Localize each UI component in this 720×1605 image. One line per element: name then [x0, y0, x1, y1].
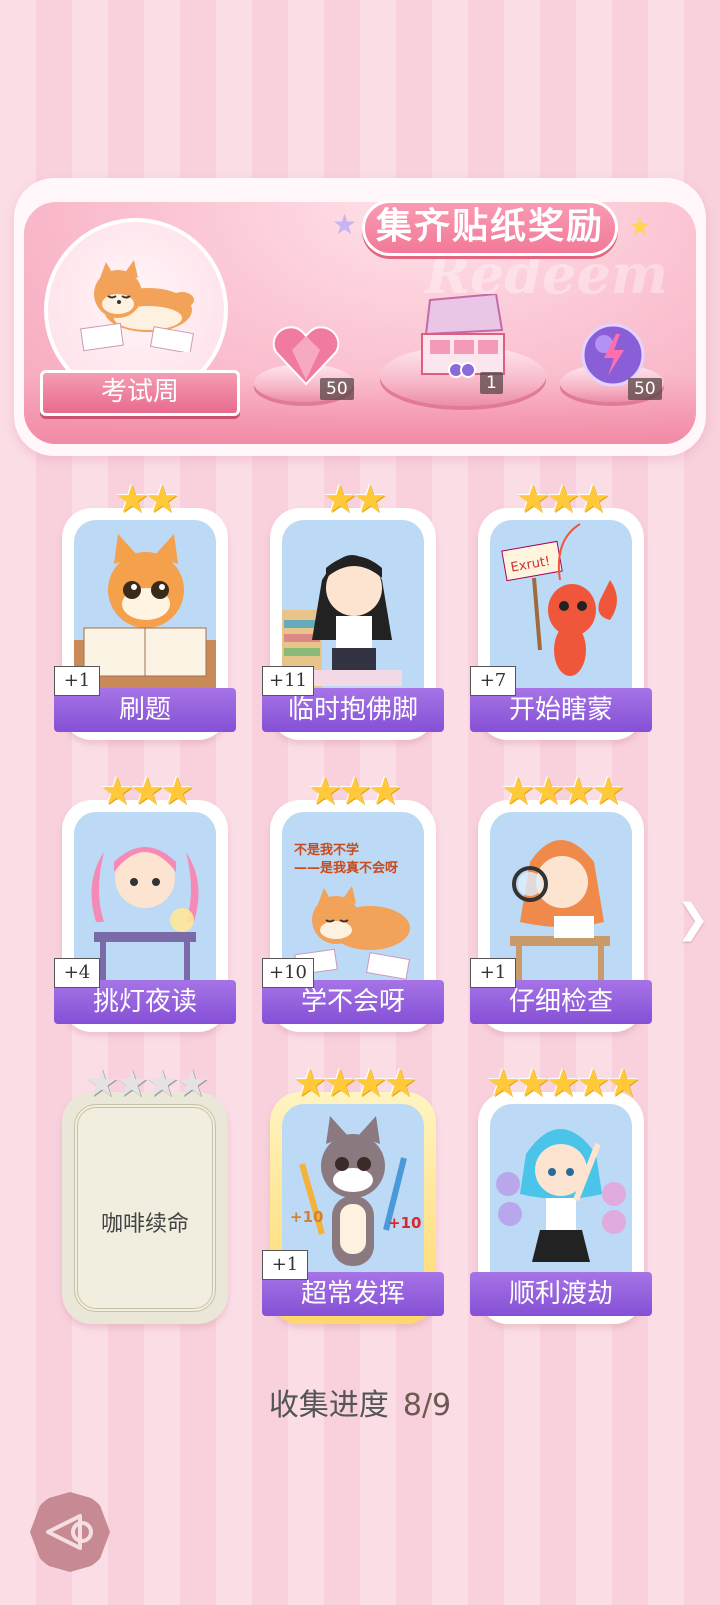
star-rating: ★★★★ — [84, 1061, 209, 1105]
sticker-name: 顺利渡劫 — [470, 1272, 652, 1316]
star-rating: ★★★ — [307, 769, 402, 813]
duplicate-count-badge: +11 — [262, 666, 314, 696]
sticker-card-locked[interactable]: ★★★★ 咖啡续命 — [62, 1064, 228, 1324]
back-button[interactable] — [30, 1492, 110, 1572]
star-icon: ★ — [628, 212, 652, 242]
heart-gem-icon[interactable] — [272, 324, 340, 386]
star-rating: ★★ — [322, 477, 387, 521]
sleeping-shiba-icon — [80, 260, 195, 352]
star-rating: ★★ — [114, 477, 179, 521]
sticker-card[interactable]: ★★★★ +10 +10 +1 超常发挥 — [262, 1064, 444, 1324]
gift-box-icon[interactable] — [416, 294, 510, 380]
sticker-card[interactable]: ★★★ 不是我不学 ——是我真不会呀 +10 学不会呀 — [262, 772, 444, 1032]
next-page-chevron-icon[interactable]: ❯ — [676, 896, 710, 942]
banner-title: 集齐贴纸奖励 — [362, 200, 618, 256]
star-rating: ★★★★ — [500, 769, 625, 813]
collection-progress: 收集进度 8/9 — [0, 1380, 720, 1424]
star-rating: ★★★★★ — [485, 1061, 640, 1105]
sticker-card[interactable]: ★★ +11 临时抱佛脚 — [262, 480, 444, 740]
sticker-card[interactable]: ★★★★★ 顺利渡劫 — [470, 1064, 652, 1324]
sticker-caption: ——是我真不会呀 — [294, 860, 398, 876]
sticker-card[interactable]: ★★★★ +1 仔细检查 — [470, 772, 652, 1032]
theme-label: 考试周 — [40, 370, 240, 416]
reward-count: 1 — [480, 372, 503, 394]
sticker-card[interactable]: ★★★ +4 挑灯夜读 — [54, 772, 236, 1032]
duplicate-count-badge: +7 — [470, 666, 516, 696]
star-rating: ★★★ — [515, 477, 610, 521]
star-rating: ★★★★ — [292, 1061, 417, 1105]
progress-value: 8/9 — [402, 1388, 452, 1423]
duplicate-count-badge: +1 — [54, 666, 100, 696]
reward-count: 50 — [320, 378, 354, 400]
sticker-placeholder: 咖啡续命 — [74, 1104, 216, 1312]
sticker-card[interactable]: ★★★ Exrut! +7 开始瞎蒙 — [470, 480, 652, 740]
star-rating: ★★★ — [99, 769, 194, 813]
progress-label: 收集进度 — [268, 1388, 389, 1423]
duplicate-count-badge: +10 — [262, 958, 314, 988]
duplicate-count-badge: +1 — [262, 1250, 308, 1280]
bonus-text: +10 — [290, 1208, 323, 1226]
sticker-card[interactable]: ★★ +1 刷题 — [54, 480, 236, 740]
duplicate-count-badge: +4 — [54, 958, 100, 988]
sticker-name: 咖啡续命 — [100, 1212, 189, 1237]
reward-count: 50 — [628, 378, 662, 400]
back-arrow-icon — [46, 1514, 93, 1550]
sticker-caption: 不是我不学 — [294, 842, 359, 858]
duplicate-count-badge: +1 — [470, 958, 516, 988]
bonus-text: +10 — [388, 1214, 421, 1232]
star-icon: ★ — [332, 208, 358, 241]
